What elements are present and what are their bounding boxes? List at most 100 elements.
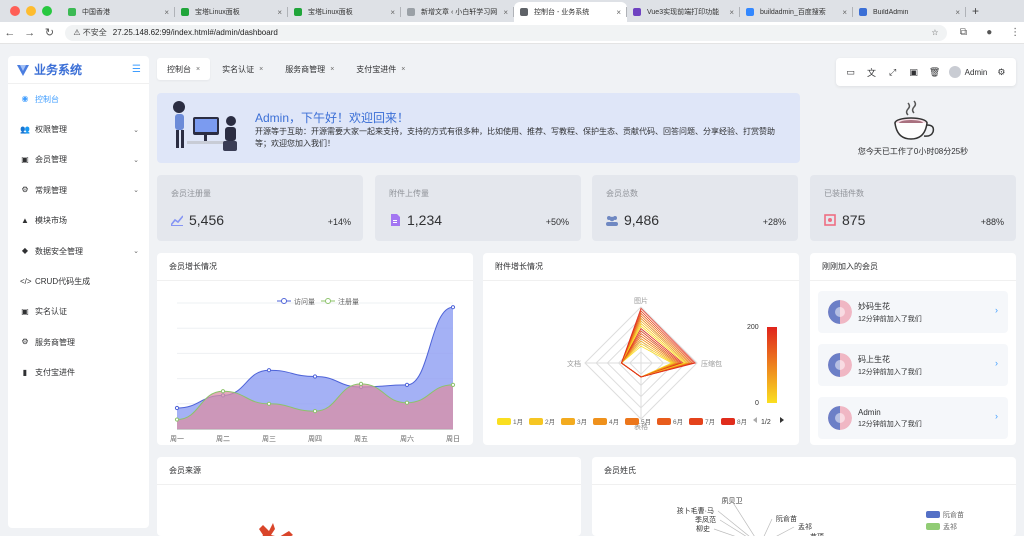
- tab-label: Vue3实现前端打印功能: [647, 9, 720, 16]
- user-menu[interactable]: Admin: [948, 66, 987, 78]
- legend-label[interactable]: 2月: [545, 418, 555, 426]
- legend-marker[interactable]: [497, 418, 511, 425]
- zoom-window-button[interactable]: [42, 6, 52, 16]
- browser-tab[interactable]: 中国香港 ×: [62, 2, 175, 22]
- legend-marker[interactable]: [926, 511, 940, 518]
- tab-close-icon[interactable]: ×: [842, 8, 847, 17]
- terminal-icon[interactable]: ▣: [907, 67, 921, 78]
- legend-marker[interactable]: [689, 418, 703, 425]
- legend-marker[interactable]: [625, 418, 639, 425]
- sidebar: 业务系统 ☰ ◉ 控制台 👥 权限管理 ⌄ ▣ 会员管理 ⌄ ⚙ 常规管理 ⌄ ▲ 模块市场 ◆ 数据安全管…: [8, 56, 149, 528]
- legend-prev-icon[interactable]: [753, 417, 757, 423]
- new-tab-button[interactable]: +: [966, 4, 985, 22]
- sidebar-item[interactable]: 👥 权限管理 ⌄: [8, 114, 149, 144]
- chevron-right-icon[interactable]: ›: [995, 305, 998, 315]
- legend-label[interactable]: 3月: [577, 418, 587, 426]
- legend-label[interactable]: 阮俞苗: [943, 510, 964, 519]
- browser-tab[interactable]: BuildAdmin ×: [853, 2, 966, 22]
- browser-tab[interactable]: buildadmin_百度搜索 ×: [740, 2, 853, 22]
- sidebar-item[interactable]: ▲ 模块市场: [8, 206, 149, 236]
- security-warning[interactable]: ⚠ 不安全: [73, 27, 106, 38]
- legend-marker[interactable]: [325, 298, 331, 304]
- sidebar-item[interactable]: ⚙ 服务商管理: [8, 327, 149, 357]
- legend-label[interactable]: 注册量: [338, 297, 359, 306]
- browser-tab[interactable]: Vue3实现前端打印功能 ×: [627, 2, 740, 22]
- tab-separator: [965, 7, 966, 17]
- legend-marker[interactable]: [529, 418, 543, 425]
- tab-close-icon[interactable]: ×: [164, 8, 169, 17]
- chevron-right-icon[interactable]: ›: [995, 411, 998, 421]
- legend-marker[interactable]: [561, 418, 575, 425]
- legend-marker[interactable]: [721, 418, 735, 425]
- legend-label[interactable]: 8月: [737, 418, 747, 426]
- trend-line-icon: [171, 215, 183, 226]
- sidebar-item[interactable]: </> CRUD代码生成: [8, 266, 149, 296]
- legend-marker[interactable]: [926, 523, 940, 530]
- legend-label[interactable]: 5月: [641, 418, 651, 426]
- settings-icon[interactable]: ⚙: [994, 67, 1008, 78]
- legend-label[interactable]: 7月: [705, 418, 715, 426]
- sidebar-item[interactable]: ▮ 支付宝进件: [8, 358, 149, 388]
- tab-close-icon[interactable]: ×: [616, 8, 621, 17]
- browser-menu-icon[interactable]: ⋮: [1006, 27, 1024, 38]
- clear-cache-icon[interactable]: 🗑: [928, 67, 942, 78]
- new-member-item[interactable]: Admin 12分钟前加入了我们 ›: [818, 397, 1008, 439]
- browser-tab[interactable]: 新增文章 ‹ 小白轩学习网 ×: [401, 2, 514, 22]
- legend-label[interactable]: 4月: [609, 418, 619, 426]
- page-tab[interactable]: 控制台 ×: [157, 58, 211, 80]
- reload-icon[interactable]: ↻: [40, 26, 60, 39]
- legend-next-icon[interactable]: [780, 417, 784, 423]
- minimize-window-button[interactable]: [26, 6, 36, 16]
- legend-marker[interactable]: [657, 418, 671, 425]
- radar-indicator-label: 压缩包: [701, 359, 722, 368]
- profile-icon[interactable]: ●: [980, 27, 998, 38]
- avatar: [948, 66, 961, 78]
- sidebar-item[interactable]: ◆ 数据安全管理 ⌄: [8, 236, 149, 266]
- extensions-icon[interactable]: ⧉: [955, 27, 973, 38]
- monitor-icon[interactable]: ▭: [844, 67, 858, 78]
- new-member-item[interactable]: 码上生花 12分钟前加入了我们 ›: [818, 344, 1008, 386]
- browser-tab[interactable]: 宝塔Linux面板 ×: [288, 2, 401, 22]
- menu-fold-icon[interactable]: ☰: [132, 64, 141, 75]
- tab-close-icon[interactable]: ×: [955, 8, 960, 17]
- legend-label[interactable]: 1月: [513, 418, 523, 426]
- legend-marker[interactable]: [281, 298, 287, 304]
- tab-close-icon[interactable]: ×: [259, 66, 263, 73]
- close-window-button[interactable]: [10, 6, 20, 16]
- tab-close-icon[interactable]: ×: [729, 8, 734, 17]
- legend-marker[interactable]: [593, 418, 607, 425]
- page-tab[interactable]: 支付宝进件 ×: [346, 58, 415, 80]
- visual-map-bar[interactable]: [767, 327, 777, 403]
- tab-favicon-icon: [859, 8, 867, 16]
- tab-close-icon[interactable]: ×: [196, 66, 200, 73]
- tab-close-icon[interactable]: ×: [503, 8, 508, 17]
- browser-tab[interactable]: 宝塔Linux面板 ×: [175, 2, 288, 22]
- page-tab[interactable]: 实名认证 ×: [212, 58, 273, 80]
- app-title: 业务系统: [34, 63, 83, 77]
- url-input[interactable]: ⚠ 不安全 27.25.148.62:99/index.html#/admin/…: [65, 24, 947, 41]
- back-icon[interactable]: ←: [0, 27, 20, 39]
- legend-label[interactable]: 访问量: [294, 297, 315, 306]
- legend-label[interactable]: 6月: [673, 418, 683, 426]
- member-surname-card: 会员姓氏 夙贝卫孩卜毛曹·马季凤范柳史阮俞苗孟祁苗项阮俞苗孟祁: [592, 457, 1016, 536]
- legend-label[interactable]: 孟祁: [943, 522, 957, 531]
- page-tab[interactable]: 服务商管理 ×: [275, 58, 344, 80]
- forward-icon[interactable]: →: [20, 27, 40, 39]
- browser-tab[interactable]: 控制台 - 业务系统 ×: [514, 2, 627, 22]
- chevron-right-icon[interactable]: ›: [995, 358, 998, 368]
- tab-close-icon[interactable]: ×: [330, 66, 334, 73]
- tab-close-icon[interactable]: ×: [277, 8, 282, 17]
- x-tick-label: 周一: [170, 435, 184, 443]
- tab-close-icon[interactable]: ×: [390, 8, 395, 17]
- tab-close-icon[interactable]: ×: [401, 66, 405, 73]
- sidebar-item[interactable]: ◉ 控制台: [8, 84, 149, 114]
- sidebar-item[interactable]: ⚙ 常规管理 ⌄: [8, 175, 149, 205]
- sidebar-item[interactable]: ▣ 实名认证: [8, 297, 149, 327]
- id-card-icon: ▣: [21, 306, 29, 316]
- sidebar-item[interactable]: ▣ 会员管理 ⌄: [8, 145, 149, 175]
- stat-percent: +50%: [545, 217, 569, 227]
- new-member-item[interactable]: 妙码生花 12分钟前加入了我们 ›: [818, 291, 1008, 333]
- bookmark-star-icon[interactable]: ☆: [931, 28, 938, 37]
- fullscreen-icon[interactable]: ⤢: [886, 67, 900, 78]
- translate-icon[interactable]: 文: [865, 66, 879, 79]
